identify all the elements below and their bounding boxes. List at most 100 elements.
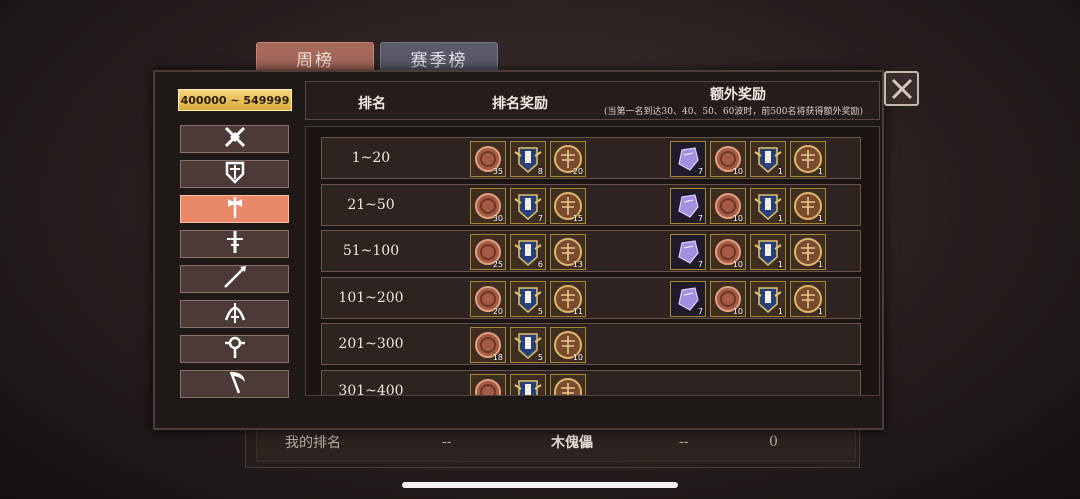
reward-quantity: 1 bbox=[777, 306, 783, 316]
reward-item[interactable]: 7 bbox=[670, 141, 706, 177]
rank-range: 21~50 bbox=[347, 196, 395, 213]
dragonfly-medal-icon bbox=[551, 377, 585, 395]
weapon-tab-shield[interactable] bbox=[180, 160, 289, 188]
weapon-tab-orb-staff[interactable] bbox=[180, 335, 289, 363]
reward-item[interactable]: 1 bbox=[790, 141, 826, 177]
score-range-badge: 400000 ~ 549999 bbox=[178, 89, 292, 111]
my-rank-label: 我的排名 bbox=[285, 435, 341, 451]
header-rank-reward: 排名奖励 bbox=[492, 96, 548, 112]
reward-item[interactable]: 10 bbox=[710, 141, 746, 177]
reward-item[interactable]: 1 bbox=[790, 234, 826, 270]
header-rank: 排名 bbox=[358, 96, 386, 112]
reward-item[interactable]: 10 bbox=[710, 187, 746, 224]
reward-quantity: 1 bbox=[817, 306, 823, 316]
reward-item[interactable]: 8 bbox=[510, 141, 546, 177]
spear-icon bbox=[222, 265, 248, 293]
player-name: 木傀儡 bbox=[551, 435, 593, 451]
reward-quantity: 6 bbox=[537, 260, 543, 269]
reward-item[interactable]: 1 bbox=[790, 280, 826, 317]
reward-item[interactable]: 1 bbox=[750, 280, 786, 317]
rank-range: 1~20 bbox=[351, 150, 391, 166]
reward-quantity: 10 bbox=[732, 167, 743, 176]
reward-quantity: 8 bbox=[537, 167, 543, 176]
reward-quantity: 11 bbox=[572, 306, 583, 316]
reward-row: 1~20 35 8 20 7 10 1 1 bbox=[321, 137, 861, 179]
reward-item[interactable] bbox=[550, 373, 586, 395]
reward-quantity: 1 bbox=[817, 213, 823, 223]
reward-quantity: 20 bbox=[492, 306, 503, 316]
reward-item[interactable]: 10 bbox=[710, 280, 746, 317]
reward-quantity: 5 bbox=[537, 353, 543, 362]
reward-item[interactable] bbox=[470, 373, 506, 395]
reward-quantity: 10 bbox=[732, 213, 743, 223]
reward-list[interactable]: 1~20 35 8 20 7 10 1 1 21~50 30 7 15 7 10 1 1 51~100 25 6 13… bbox=[305, 126, 880, 396]
weapon-tab-spear[interactable] bbox=[180, 265, 289, 293]
weapon-tab-crossed-swords[interactable] bbox=[180, 125, 289, 153]
orb-staff-icon bbox=[222, 335, 248, 363]
weapon-tab-scythe[interactable] bbox=[180, 370, 289, 398]
reward-item[interactable]: 1 bbox=[750, 187, 786, 224]
reward-quantity: 10 bbox=[732, 306, 743, 316]
close-button[interactable] bbox=[884, 71, 919, 106]
reward-row: 301~400 bbox=[321, 369, 861, 396]
reward-item[interactable]: 35 bbox=[470, 141, 506, 177]
reward-item[interactable]: 30 bbox=[470, 187, 506, 224]
reward-quantity: 5 bbox=[537, 306, 543, 316]
reward-quantity: 1 bbox=[777, 167, 783, 176]
reward-item[interactable]: 1 bbox=[750, 234, 786, 270]
reward-item[interactable]: 10 bbox=[710, 234, 746, 270]
reward-quantity: 1 bbox=[817, 260, 823, 269]
weapon-tab-bow[interactable] bbox=[180, 300, 289, 328]
reward-quantity: 25 bbox=[492, 260, 503, 269]
header-extra-reward: 额外奖励 bbox=[710, 87, 766, 103]
rank-range: 201~300 bbox=[338, 336, 404, 352]
reward-table-header: 排名 排名奖励 额外奖励 (当第一名到达30、40、50、60波时，前500名将… bbox=[305, 81, 880, 120]
reward-item[interactable]: 7 bbox=[670, 280, 706, 317]
reward-item[interactable]: 5 bbox=[510, 280, 546, 317]
reward-item[interactable]: 13 bbox=[550, 234, 586, 270]
reward-item[interactable]: 15 bbox=[550, 187, 586, 224]
reward-quantity: 7 bbox=[697, 167, 703, 176]
reward-quantity: 10 bbox=[572, 353, 583, 362]
axe-icon bbox=[222, 195, 248, 223]
reward-quantity: 15 bbox=[572, 213, 583, 223]
my-rank-value: -- bbox=[442, 434, 452, 450]
reward-quantity: 1 bbox=[777, 213, 783, 223]
wave-value: -- bbox=[679, 434, 689, 450]
bronze-coin-icon bbox=[471, 378, 505, 395]
home-indicator[interactable] bbox=[402, 482, 678, 488]
reward-item[interactable]: 20 bbox=[550, 141, 586, 177]
reward-item[interactable]: 5 bbox=[510, 327, 546, 363]
reward-row: 201~300 18 5 10 bbox=[321, 323, 861, 365]
shield-icon bbox=[222, 160, 248, 188]
reward-quantity: 18 bbox=[492, 353, 503, 362]
reward-item[interactable]: 20 bbox=[470, 280, 506, 317]
reward-item[interactable]: 7 bbox=[670, 234, 706, 270]
reward-item[interactable]: 7 bbox=[670, 187, 706, 224]
weapon-tab-greatsword[interactable] bbox=[180, 230, 289, 258]
crossed-swords-icon bbox=[222, 125, 248, 153]
header-extra-note: (当第一名到达30、40、50、60波时，前500名将获得额外奖励) bbox=[604, 107, 864, 117]
rank-range: 301~400 bbox=[338, 382, 404, 396]
close-icon bbox=[891, 78, 912, 99]
reward-quantity: 7 bbox=[697, 260, 703, 269]
rank-range: 101~200 bbox=[338, 289, 404, 306]
reward-quantity: 7 bbox=[697, 213, 703, 223]
reward-quantity: 1 bbox=[817, 167, 823, 176]
reward-item[interactable]: 1 bbox=[750, 141, 786, 177]
reward-quantity: 13 bbox=[572, 260, 583, 269]
reward-item[interactable]: 1 bbox=[790, 187, 826, 224]
reward-quantity: 1 bbox=[777, 260, 783, 269]
reward-item[interactable] bbox=[510, 373, 546, 395]
reward-item[interactable]: 7 bbox=[510, 187, 546, 224]
weapon-tab-axe[interactable] bbox=[180, 195, 289, 223]
reward-item[interactable]: 10 bbox=[550, 327, 586, 363]
reward-item[interactable]: 25 bbox=[470, 234, 506, 270]
reward-quantity: 10 bbox=[732, 260, 743, 269]
reward-item[interactable]: 18 bbox=[470, 327, 506, 363]
reward-item[interactable]: 6 bbox=[510, 234, 546, 270]
scythe-icon bbox=[222, 370, 248, 398]
reward-row: 21~50 30 7 15 7 10 1 1 bbox=[321, 183, 861, 226]
reward-quantity: 35 bbox=[492, 167, 503, 176]
reward-item[interactable]: 11 bbox=[550, 280, 586, 317]
